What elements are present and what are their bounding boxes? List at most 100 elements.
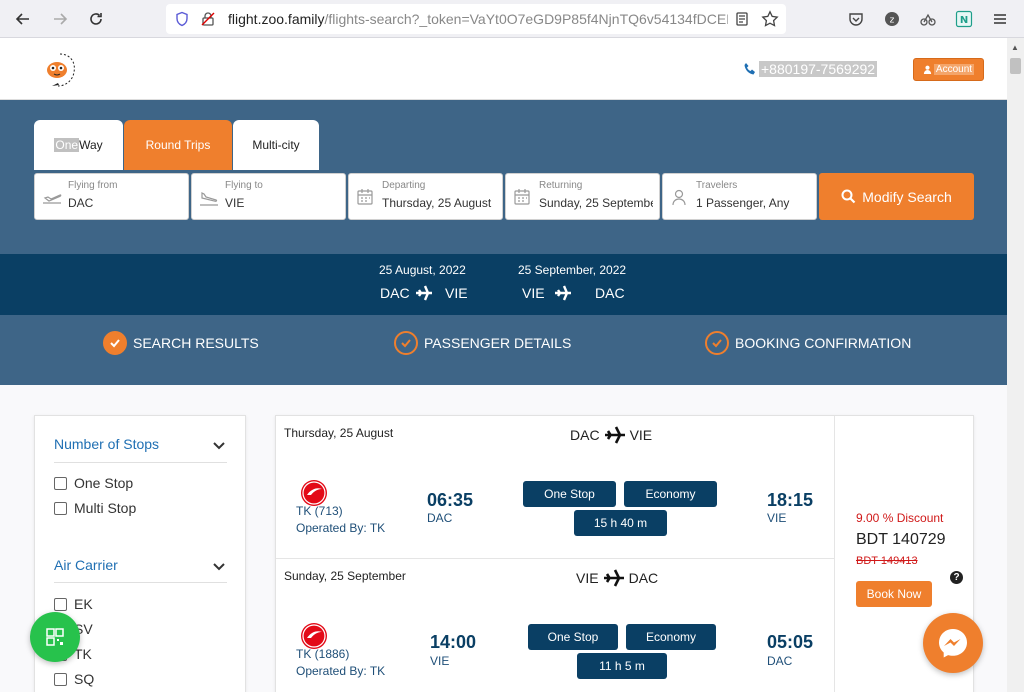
plane-icon bbox=[604, 426, 625, 444]
messenger-icon bbox=[939, 629, 967, 658]
route-summary: 25 August, 2022 DAC VIE 25 September, 20… bbox=[0, 254, 1007, 315]
scroll-thumb[interactable] bbox=[1010, 58, 1021, 74]
checkbox[interactable] bbox=[54, 476, 67, 490]
flying-from-value: DAC bbox=[68, 196, 94, 210]
plane-landing-icon bbox=[198, 186, 220, 208]
plane-takeoff-icon bbox=[41, 186, 63, 208]
checkbox[interactable] bbox=[54, 501, 67, 515]
forward-icon[interactable] bbox=[48, 7, 72, 31]
cabin-badge-label: Economy bbox=[645, 487, 696, 501]
step-label: SEARCH RESULTS bbox=[133, 335, 259, 351]
tab-one-way-label: Way bbox=[79, 138, 103, 152]
old-price: BDT 149413 bbox=[856, 555, 918, 567]
leg-route: DAC VIE bbox=[570, 425, 652, 445]
address-bar[interactable]: flight.zoo.family/flights-search?_token=… bbox=[166, 4, 786, 34]
turkish-airlines-logo bbox=[301, 480, 327, 506]
checkbox[interactable] bbox=[54, 597, 67, 611]
shield-icon[interactable] bbox=[172, 9, 192, 29]
tab-one-way-label-highlight: One bbox=[54, 138, 80, 152]
chevron-down-icon[interactable] bbox=[212, 441, 226, 451]
help-icon[interactable]: ? bbox=[950, 571, 963, 584]
outbound-leg: Thursday, 25 August DAC VIE TK (713) Ope… bbox=[276, 416, 834, 558]
book-now-button[interactable]: Book Now bbox=[856, 581, 932, 607]
page-scrollbar[interactable]: ▲ bbox=[1007, 38, 1024, 692]
inbound-date: 25 September, 2022 bbox=[518, 263, 627, 277]
cabin-badge-label: Economy bbox=[645, 630, 697, 644]
checkbox[interactable] bbox=[54, 672, 67, 686]
account-button[interactable]: Account bbox=[913, 58, 984, 81]
reader-icon[interactable] bbox=[732, 9, 752, 29]
back-icon[interactable] bbox=[11, 7, 35, 31]
profile-icon[interactable]: z bbox=[882, 9, 902, 29]
flying-to-field[interactable]: Flying to VIE bbox=[191, 173, 346, 220]
calendar-icon bbox=[355, 186, 377, 208]
plane-icon bbox=[416, 285, 432, 301]
departing-label: Departing bbox=[382, 180, 426, 191]
stops-filter-title[interactable]: Number of Stops bbox=[54, 436, 159, 452]
travelers-field[interactable]: Travelers 1 Passenger, Any bbox=[662, 173, 817, 220]
extension-icon[interactable] bbox=[918, 9, 938, 29]
svg-text:N: N bbox=[960, 15, 968, 26]
flight-number: TK (1886) bbox=[296, 647, 350, 661]
operated-by: Operated By: TK bbox=[296, 521, 386, 535]
outbound-from: DAC bbox=[380, 285, 410, 301]
returning-field[interactable]: Returning Sunday, 25 September bbox=[505, 173, 660, 220]
site-logo[interactable] bbox=[42, 52, 82, 90]
duration-badge: 11 h 5 m bbox=[577, 653, 667, 679]
qr-chat-button[interactable] bbox=[30, 612, 80, 662]
departing-field[interactable]: Departing Thursday, 25 August bbox=[348, 173, 503, 220]
departure-airport: VIE bbox=[430, 654, 450, 668]
carrier-filter-title[interactable]: Air Carrier bbox=[54, 557, 118, 573]
stops-badge-label: One Stop bbox=[544, 487, 595, 501]
returning-label: Returning bbox=[539, 180, 583, 191]
step-passenger-details: PASSENGER DETAILS bbox=[394, 331, 571, 355]
menu-icon[interactable] bbox=[990, 9, 1010, 29]
carrier-option-ek[interactable]: EK bbox=[54, 596, 93, 612]
booking-steps: SEARCH RESULTS PASSENGER DETAILS BOOKING… bbox=[0, 315, 1007, 385]
divider bbox=[54, 462, 227, 463]
inbound-leg: Sunday, 25 September VIE DAC TK (1886) O… bbox=[276, 559, 834, 692]
tab-one-way[interactable]: One Way bbox=[34, 120, 123, 170]
bookmark-star-icon[interactable] bbox=[760, 9, 780, 29]
carrier-option-sq[interactable]: SQ bbox=[54, 671, 94, 687]
qr-code-icon bbox=[46, 628, 64, 646]
check-icon bbox=[705, 331, 729, 355]
leg-route-to: DAC bbox=[628, 570, 659, 586]
reload-icon[interactable] bbox=[84, 7, 108, 31]
phone-contact[interactable]: +880197-7569292 bbox=[743, 61, 878, 77]
scroll-up-icon[interactable]: ▲ bbox=[1011, 43, 1019, 52]
chevron-down-icon[interactable] bbox=[212, 562, 226, 572]
stops-option-label: Multi Stop bbox=[74, 500, 137, 516]
svg-text:z: z bbox=[890, 16, 895, 26]
step-search-results: SEARCH RESULTS bbox=[103, 331, 259, 355]
departure-time: 06:35 bbox=[427, 490, 474, 510]
search-panel: One Way Round Trips Multi-city Flying fr… bbox=[0, 100, 1007, 254]
tab-multi-city[interactable]: Multi-city bbox=[233, 120, 319, 170]
stops-badge: One Stop bbox=[523, 481, 616, 507]
flying-to-value: VIE bbox=[225, 196, 245, 210]
carrier-option-label: EK bbox=[74, 596, 93, 612]
stops-option-one-stop[interactable]: One Stop bbox=[54, 475, 133, 491]
site-header: +880197-7569292 Account bbox=[0, 38, 1007, 100]
plane-icon bbox=[555, 285, 571, 301]
messenger-button[interactable] bbox=[923, 613, 983, 673]
tab-round-trips-label: Round Trips bbox=[145, 138, 211, 152]
cabin-badge: Economy bbox=[624, 481, 717, 507]
search-icon bbox=[841, 189, 856, 204]
check-icon bbox=[103, 331, 127, 355]
flying-from-field[interactable]: Flying from DAC bbox=[34, 173, 189, 220]
flying-to-label: Flying to bbox=[225, 180, 263, 191]
url-path: /flights-search?_token=VaYt0O7eGD9P85f4N… bbox=[324, 11, 728, 27]
url-text[interactable]: flight.zoo.family/flights-search?_token=… bbox=[228, 11, 728, 27]
stops-option-multi-stop[interactable]: Multi Stop bbox=[54, 500, 136, 516]
price: BDT 140729 bbox=[856, 531, 946, 548]
inbound-to: DAC bbox=[595, 285, 625, 301]
extension-icon[interactable]: N bbox=[954, 9, 974, 29]
tab-round-trips[interactable]: Round Trips bbox=[124, 120, 232, 170]
pocket-icon[interactable] bbox=[846, 9, 866, 29]
flight-number: TK (713) bbox=[296, 504, 343, 518]
arrival-airport: VIE bbox=[767, 511, 787, 525]
lock-icon[interactable] bbox=[198, 9, 218, 29]
discount-label: 9.00 % Discount bbox=[856, 511, 944, 525]
modify-search-button[interactable]: Modify Search bbox=[819, 173, 974, 220]
